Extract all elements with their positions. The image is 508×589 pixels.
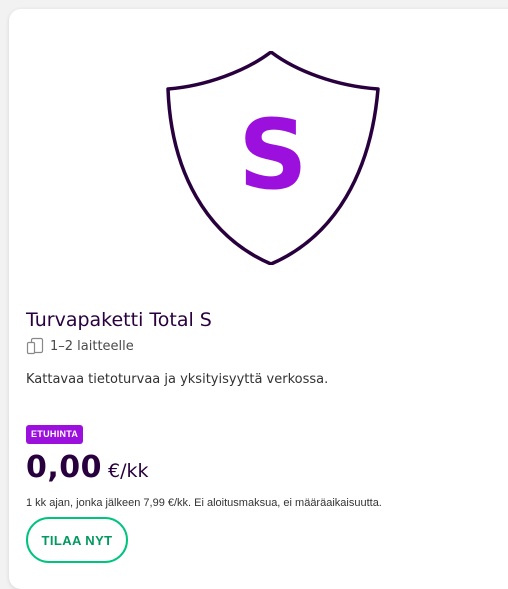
product-description: Kattavaa tietoturvaa ja yksityisyyttä ve…: [26, 372, 329, 387]
price: 0,00 €/kk: [26, 450, 149, 488]
devices-icon: [26, 337, 44, 355]
device-count-label: 1–2 laitteelle: [50, 338, 134, 354]
price-amount: 0,00: [26, 450, 103, 485]
order-now-button[interactable]: TILAA NYT: [26, 517, 128, 563]
product-title: Turvapaketti Total S: [26, 309, 212, 331]
device-count: 1–2 laitteelle: [26, 337, 134, 355]
price-terms: 1 kk ajan, jonka jälkeen 7,99 €/kk. Ei a…: [26, 497, 382, 509]
promo-badge: ETUHINTA: [26, 425, 84, 444]
shield-letter: S: [238, 99, 307, 211]
price-unit: €/kk: [108, 460, 149, 482]
shield-s-icon: S: [166, 51, 380, 265]
product-card: S Turvapaketti Total S 1–2 laitteelle Ka…: [9, 9, 508, 589]
